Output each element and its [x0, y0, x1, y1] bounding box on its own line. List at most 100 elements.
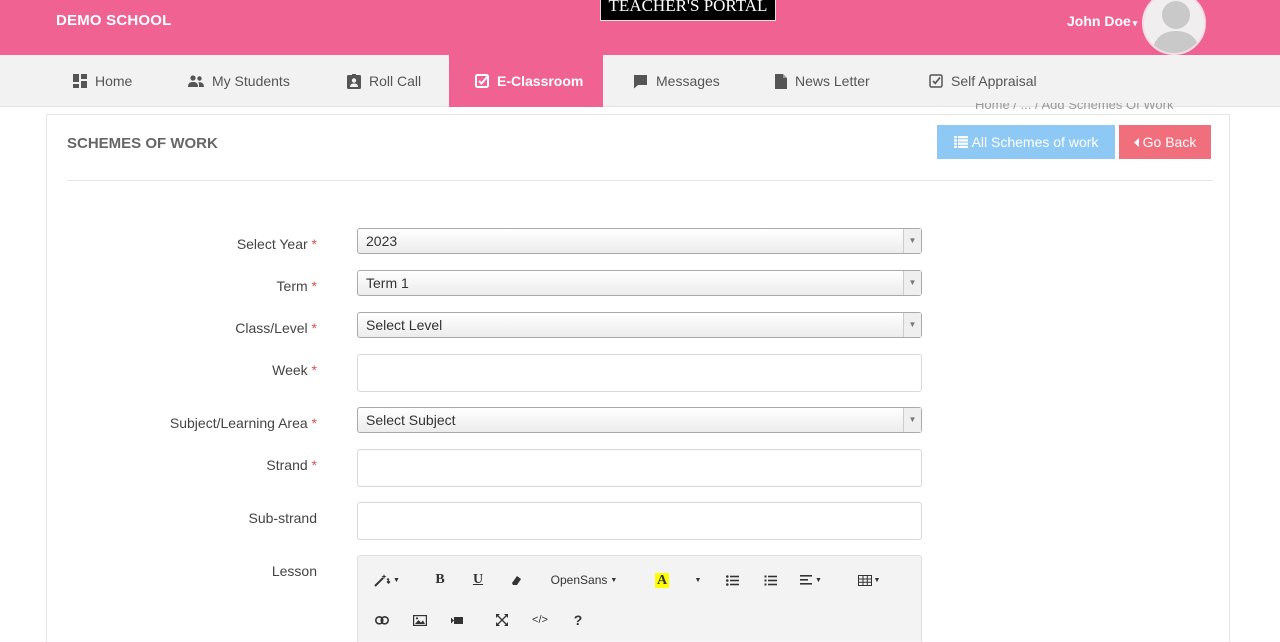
magic-wand-icon	[374, 574, 391, 587]
paragraph-align-button[interactable]: ▼	[796, 565, 826, 595]
nav-self-appraisal-label[interactable]: Self Appraisal	[951, 73, 1037, 89]
list-ol-icon	[764, 575, 777, 585]
nav-messages[interactable]: Messages	[633, 55, 720, 107]
nav-roll-call[interactable]: Roll Call	[347, 55, 421, 107]
caret-down-icon: ▼	[393, 576, 400, 584]
required-marker: *	[311, 278, 317, 294]
lesson-label-text: Lesson	[271, 563, 317, 579]
class-level-label-text: Class/Level	[235, 320, 308, 336]
picture-icon	[413, 614, 427, 626]
nav-e-classroom[interactable]: E-Classroom	[449, 55, 603, 107]
nav-home-label[interactable]: Home	[95, 73, 132, 89]
code-view-button[interactable]: </>	[528, 605, 552, 635]
video-icon	[451, 616, 463, 624]
term-label-text: Term	[276, 278, 308, 294]
week-label-text: Week	[272, 362, 308, 378]
eraser-button[interactable]	[504, 565, 528, 595]
chevron-down-icon[interactable]: ▼	[903, 271, 921, 295]
font-color-icon: A	[654, 572, 670, 588]
ordered-list-button[interactable]	[758, 565, 782, 595]
code-icon: </>	[532, 614, 548, 626]
magic-style-button[interactable]: ▼	[372, 565, 402, 595]
lesson-label: Lesson	[47, 563, 337, 579]
nav-roll-call-label[interactable]: Roll Call	[369, 73, 421, 89]
nav-news-letter[interactable]: News Letter	[775, 55, 870, 107]
font-color-dropdown[interactable]: ▼	[688, 565, 708, 595]
required-marker: *	[311, 320, 317, 336]
nav-e-classroom-label[interactable]: E-Classroom	[497, 73, 583, 89]
subject-label-text: Subject/Learning Area	[169, 415, 308, 431]
term-select[interactable]: Term 1 ▼	[357, 270, 922, 296]
id-badge-icon	[347, 73, 361, 89]
sub-strand-input[interactable]	[357, 502, 922, 540]
required-marker: *	[311, 362, 317, 378]
chevron-down-icon[interactable]: ▼	[903, 229, 921, 253]
all-schemes-button[interactable]: All Schemes of work	[937, 125, 1115, 159]
all-schemes-label[interactable]: All Schemes of work	[972, 134, 1099, 150]
top-header: DEMO SCHOOL TEACHER'S PORTAL John Doe ▾	[0, 0, 1280, 55]
user-menu[interactable]: John Doe ▾	[1067, 13, 1137, 29]
unordered-list-button[interactable]	[720, 565, 744, 595]
class-level-select[interactable]: Select Level ▼	[357, 312, 922, 338]
year-label-text: Select Year	[236, 236, 308, 252]
caret-down-icon[interactable]: ▾	[1133, 18, 1138, 28]
lesson-editor[interactable]: ▼ B U OpenSans ▼ A ▼ ▼ ▼ </> ?	[357, 555, 922, 642]
subject-label: Subject/Learning Area *	[47, 415, 337, 431]
list-ul-icon	[725, 574, 739, 586]
chevron-down-icon[interactable]: ▼	[903, 408, 921, 432]
subject-value[interactable]: Select Subject	[366, 412, 456, 428]
table-button[interactable]: ▼	[854, 565, 884, 595]
go-back-label[interactable]: Go Back	[1143, 134, 1197, 150]
week-label: Week *	[47, 362, 337, 378]
fullscreen-button[interactable]	[490, 605, 514, 635]
link-button[interactable]	[370, 605, 394, 635]
nav-my-students[interactable]: My Students	[188, 55, 290, 107]
font-color-button[interactable]: A	[650, 565, 674, 595]
nav-home[interactable]: Home	[73, 55, 132, 107]
class-level-value[interactable]: Select Level	[366, 317, 442, 333]
nav-messages-label[interactable]: Messages	[656, 73, 720, 89]
video-button[interactable]	[446, 605, 470, 635]
align-left-icon	[800, 575, 813, 585]
check-box-icon	[929, 74, 943, 88]
font-name-value[interactable]: OpenSans	[551, 573, 608, 587]
main-nav: Home My Students Roll Call E-Classroom M…	[0, 55, 1280, 107]
table-icon	[857, 574, 872, 586]
required-marker: *	[311, 236, 317, 252]
user-avatar-icon	[1152, 1, 1200, 53]
user-name[interactable]: John Doe	[1067, 13, 1131, 29]
chevron-down-icon[interactable]: ▼	[903, 313, 921, 337]
dashboard-icon	[73, 74, 87, 88]
caret-down-icon: ▼	[694, 576, 702, 584]
nav-my-students-label[interactable]: My Students	[212, 73, 290, 89]
caret-down-icon: ▼	[610, 576, 618, 584]
nav-news-letter-label[interactable]: News Letter	[795, 73, 870, 89]
help-button[interactable]: ?	[566, 605, 590, 635]
required-marker: *	[311, 415, 317, 431]
week-input[interactable]	[357, 354, 922, 392]
avatar[interactable]	[1142, 0, 1206, 55]
term-label: Term *	[47, 278, 337, 294]
expand-icon	[496, 614, 508, 626]
school-name: DEMO SCHOOL	[56, 12, 172, 29]
font-name-dropdown[interactable]: OpenSans ▼	[544, 565, 624, 595]
check-square-icon	[475, 74, 489, 88]
strand-label: Strand *	[47, 457, 337, 473]
sub-strand-label: Sub-strand	[47, 510, 337, 526]
strand-input[interactable]	[357, 449, 922, 487]
bold-button[interactable]: B	[428, 565, 452, 595]
comment-icon	[634, 74, 647, 88]
nav-self-appraisal[interactable]: Self Appraisal	[929, 55, 1037, 107]
go-back-button[interactable]: Go Back	[1119, 125, 1211, 159]
required-marker: *	[311, 457, 317, 473]
underline-button[interactable]: U	[466, 565, 490, 595]
strand-label-text: Strand	[266, 457, 308, 473]
subject-select[interactable]: Select Subject ▼	[357, 407, 922, 433]
year-select[interactable]: 2023 ▼	[357, 228, 922, 254]
year-label: Select Year *	[47, 236, 337, 252]
picture-button[interactable]	[408, 605, 432, 635]
term-value[interactable]: Term 1	[366, 275, 409, 291]
caret-left-icon	[1133, 137, 1139, 147]
list-icon	[953, 136, 968, 148]
year-value[interactable]: 2023	[366, 233, 397, 249]
